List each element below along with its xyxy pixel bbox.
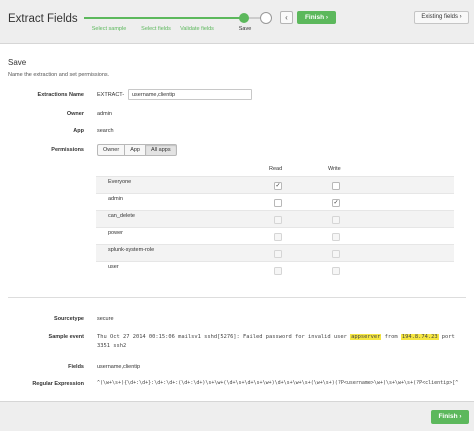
check-icon: ✓ xyxy=(275,183,281,189)
sample-event-text: Thu Oct 27 2014 00:15:06 mailsv1 sshd[52… xyxy=(97,333,457,351)
sourcetype-value: secure xyxy=(97,316,114,322)
write-checkbox xyxy=(332,267,340,275)
step-save: Save xyxy=(238,26,252,32)
write-column-header: Write xyxy=(328,166,341,172)
write-checkbox xyxy=(332,216,340,224)
write-checkbox xyxy=(332,250,340,258)
fields-label: Fields xyxy=(68,364,84,370)
finish-button-bottom[interactable]: Finish › xyxy=(431,410,469,424)
permissions-label: Permissions xyxy=(51,147,84,153)
role-name: power xyxy=(108,230,123,236)
permissions-rows: Everyone ✓ admin ✓ can_deletepower splunk-sys… xyxy=(96,176,454,278)
permission-row-power: power xyxy=(96,227,454,244)
permissions-table: Read Write Everyone ✓ admin ✓ can_deletepowe… xyxy=(96,162,454,278)
regex-label: Regular Expression xyxy=(32,381,84,387)
step-select-sample: Select sample xyxy=(91,26,127,32)
chevron-left-icon: ‹ xyxy=(285,13,288,22)
role-name: Everyone xyxy=(108,179,132,185)
read-checkbox xyxy=(274,250,282,258)
stepper-track-complete xyxy=(84,17,244,19)
permission-row-can-delete: can_delete xyxy=(96,210,454,227)
footer-bar: Finish › xyxy=(0,401,474,431)
read-column-header: Read xyxy=(269,166,283,172)
role-name: splunk-system-role xyxy=(108,247,155,253)
wizard-stepper: Select sample Select fields Validate fie… xyxy=(84,12,274,38)
step-select-fields: Select fields xyxy=(141,26,171,32)
highlighted-username: appserver xyxy=(350,334,382,340)
app-value: search xyxy=(97,128,114,134)
write-checkbox[interactable]: ✓ xyxy=(332,199,340,207)
extraction-prefix: EXTRACT- xyxy=(97,92,125,98)
sample-event-prefix: Thu Oct 27 2014 00:15:06 mailsv1 sshd[52… xyxy=(97,334,351,340)
permission-row-user: user xyxy=(96,261,454,278)
read-checkbox xyxy=(274,267,282,275)
permission-owner-button[interactable]: Owner xyxy=(97,144,126,156)
sourcetype-label: Sourcetype xyxy=(54,316,84,322)
step-validate-fields: Validate fields xyxy=(180,26,214,32)
section-title: Save xyxy=(8,58,27,67)
read-checkbox[interactable]: ✓ xyxy=(274,182,282,190)
back-button[interactable]: ‹ xyxy=(280,11,293,24)
extraction-name-label: Extractions Name xyxy=(37,92,84,98)
existing-fields-button[interactable]: Existing fields › xyxy=(414,11,469,24)
step-dot-next xyxy=(260,12,272,24)
highlighted-clientip: 194.8.74.23 xyxy=(400,334,439,340)
read-checkbox xyxy=(274,233,282,241)
stepper-track-remaining xyxy=(248,17,260,19)
header-bar: Extract Fields Select sample Select fiel… xyxy=(0,0,474,44)
write-checkbox xyxy=(332,233,340,241)
permission-app-button[interactable]: App xyxy=(124,144,146,156)
page-title: Extract Fields xyxy=(8,13,78,25)
permission-row-admin: admin ✓ xyxy=(96,193,454,210)
read-checkbox[interactable] xyxy=(274,199,282,207)
extraction-name-input[interactable] xyxy=(128,89,252,100)
permissions-table-header: Read Write xyxy=(96,162,454,176)
sample-event-label: Sample event xyxy=(48,334,84,340)
role-name: user xyxy=(108,264,119,270)
role-name: admin xyxy=(108,196,123,202)
regex-value: ^(\w+\s+){\d+:\d+}:\d+:\d+:(\d+:\d+)\s+\… xyxy=(97,380,462,386)
read-checkbox xyxy=(274,216,282,224)
step-dot-save xyxy=(239,13,249,23)
fields-value: username,clientip xyxy=(97,364,141,370)
section-divider xyxy=(8,297,466,298)
sample-event-middle: from xyxy=(381,334,401,340)
permission-all-apps-button[interactable]: All apps xyxy=(145,144,177,156)
section-description: Name the extraction and set permissions. xyxy=(8,72,110,78)
permission-row-everyone: Everyone ✓ xyxy=(96,176,454,193)
finish-button-top[interactable]: Finish › xyxy=(297,11,336,24)
owner-label: Owner xyxy=(66,111,84,117)
owner-value: admin xyxy=(97,111,112,117)
permissions-toggle-group: Owner App All apps xyxy=(97,144,177,156)
permission-row-splunk-system-role: splunk-system-role xyxy=(96,244,454,261)
role-name: can_delete xyxy=(108,213,135,219)
write-checkbox[interactable] xyxy=(332,182,340,190)
app-label: App xyxy=(73,128,84,134)
check-icon: ✓ xyxy=(333,200,339,206)
